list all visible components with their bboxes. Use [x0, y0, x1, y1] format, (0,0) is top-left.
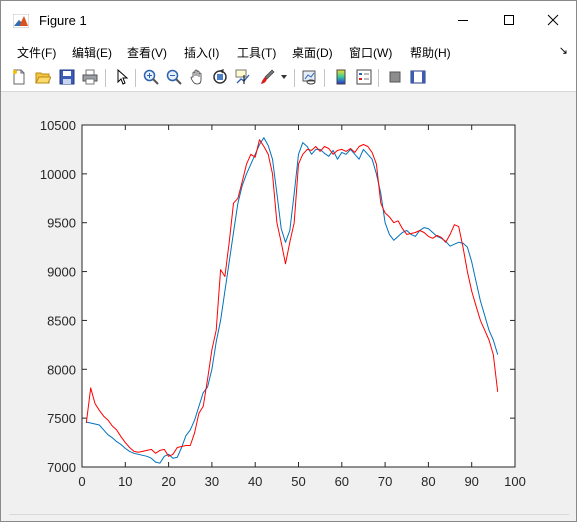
y-tick-label: 10500 [40, 118, 76, 133]
axes-background [81, 124, 516, 468]
x-tick-label: 40 [248, 474, 262, 489]
plot-area[interactable]: 0 10 20 30 40 50 60 70 80 90 100 7000 7500 8000 8500 90… [0, 0, 577, 522]
y-tick-label: 9000 [47, 265, 76, 280]
y-tick-label: 8000 [47, 362, 76, 377]
x-tick-label: 90 [464, 474, 478, 489]
x-tick-label: 80 [421, 474, 435, 489]
x-tick-label: 70 [378, 474, 392, 489]
x-tick-label: 30 [205, 474, 219, 489]
y-tick-label: 8500 [47, 313, 76, 328]
x-tick-label: 50 [291, 474, 305, 489]
y-tick-label: 10000 [40, 167, 76, 182]
x-tick-label: 10 [118, 474, 132, 489]
y-tick-label: 9500 [47, 216, 76, 231]
x-tick-label: 0 [78, 474, 85, 489]
y-tick-label: 7500 [47, 411, 76, 426]
x-tick-label: 60 [335, 474, 349, 489]
x-tick-label: 20 [161, 474, 175, 489]
y-tick-label: 7000 [47, 460, 76, 475]
x-tick-label: 100 [504, 474, 526, 489]
